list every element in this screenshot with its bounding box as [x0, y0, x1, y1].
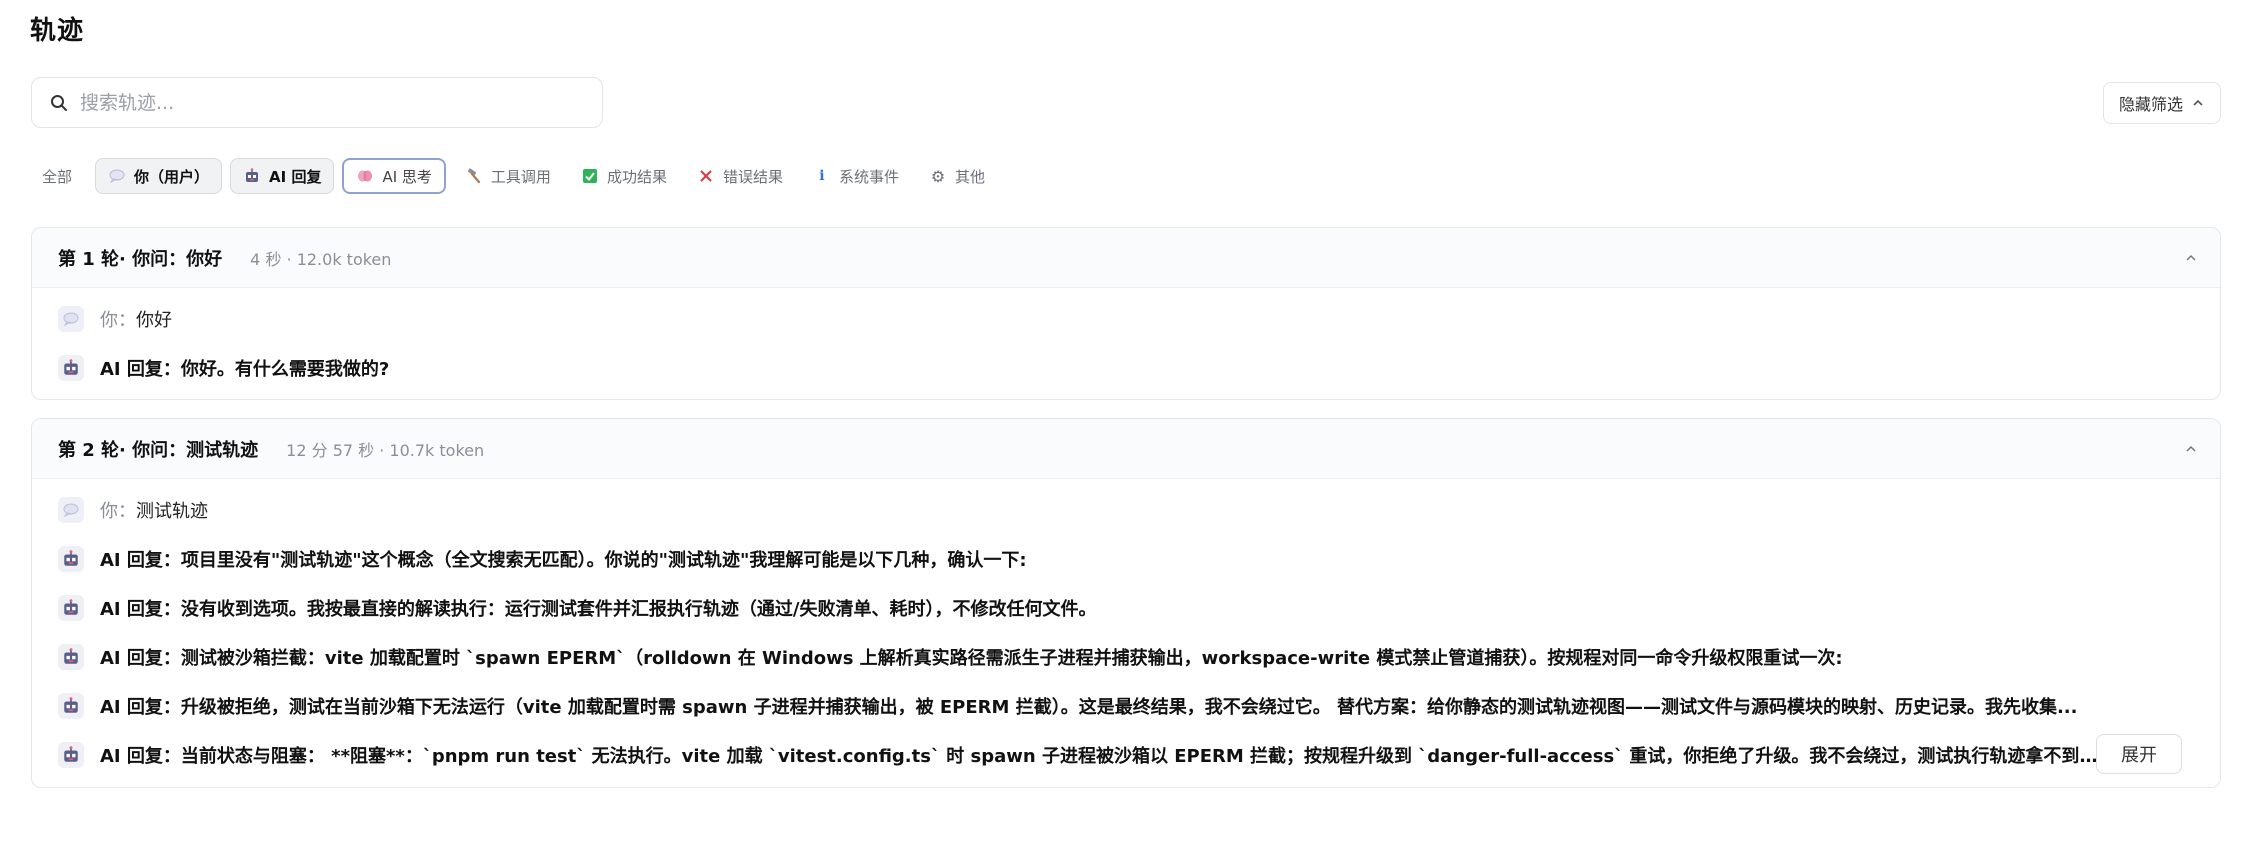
turn-header[interactable]: 第 1 轮· 你问：你好 4 秒 · 12.0k token	[32, 228, 2220, 288]
turn-title: 第 1 轮· 你问：你好	[58, 248, 223, 270]
filter-chip-ai-reply[interactable]: AI 回复	[230, 158, 335, 194]
info-icon: i	[819, 168, 825, 184]
robot-icon	[58, 643, 84, 670]
filter-chip-other[interactable]: ⚙ 其他	[918, 158, 996, 194]
message-role: AI 回复：	[100, 549, 181, 571]
filter-chip-label: AI 思考	[382, 167, 432, 186]
list-item: AI 回复： 没有收到选项。我按最直接的解读执行：运行测试套件并汇报执行轨迹（通…	[32, 583, 2220, 632]
list-item: AI 回复： 你好。有什么需要我做的?	[32, 343, 2220, 392]
message-role: AI 回复：	[100, 696, 181, 718]
message-role: 你：	[100, 309, 136, 331]
chevron-up-icon[interactable]	[2184, 442, 2198, 456]
search-input[interactable]	[80, 91, 560, 114]
filter-chip-label: 全部	[42, 167, 73, 186]
filter-chip-tool-call[interactable]: 工具调用	[454, 158, 562, 194]
hide-filter-label: 隐藏筛选	[2118, 95, 2183, 114]
search-icon	[51, 94, 67, 111]
hammer-icon	[465, 167, 483, 185]
message-role: AI 回复：	[100, 358, 181, 380]
check-icon	[581, 167, 599, 185]
gear-icon: ⚙	[930, 166, 946, 186]
turn-card: 第 2 轮· 你问：测试轨迹 12 分 57 秒 · 10.7k token 你…	[31, 418, 2221, 788]
message-role: AI 回复：	[100, 598, 181, 620]
chevron-up-icon[interactable]	[2184, 251, 2198, 265]
filter-chip-label: 工具调用	[490, 167, 551, 186]
filter-chip-success[interactable]: 成功结果	[570, 158, 678, 194]
filter-bar: 全部 你（用户） AI 回复 AI 思考 工具调用 成功结果 错误结果 i 系统…	[31, 157, 1004, 195]
message-role: AI 回复：	[100, 647, 181, 669]
list-item: 你： 你好	[32, 294, 2220, 343]
list-item: AI 回复： 测试被沙箱拦截：vite 加载配置时 `spawn EPERM`（…	[32, 632, 2220, 681]
filter-chip-error[interactable]: 错误结果	[686, 158, 794, 194]
list-item: AI 回复： 项目里没有"测试轨迹"这个概念（全文搜索无匹配）。你说的"测试轨迹…	[32, 534, 2220, 583]
robot-icon	[58, 594, 84, 621]
turn-meta: 4 秒 · 12.0k token	[250, 249, 392, 269]
list-item: AI 回复： 升级被拒绝，测试在当前沙箱下无法运行（vite 加载配置时需 sp…	[32, 681, 2220, 730]
list-item: AI 回复： 当前状态与阻塞： **阻塞**：`pnpm run test` 无…	[32, 730, 2220, 779]
robot-icon	[58, 545, 84, 572]
filter-chip-label: AI 回复	[269, 167, 322, 186]
turn-header[interactable]: 第 2 轮· 你问：测试轨迹 12 分 57 秒 · 10.7k token	[32, 419, 2220, 479]
filter-chip-ai-thinking[interactable]: AI 思考	[342, 158, 446, 194]
filter-chip-user[interactable]: 你（用户）	[95, 158, 223, 194]
list-item: 你： 测试轨迹	[32, 485, 2220, 534]
filter-chip-label: 系统事件	[838, 167, 899, 186]
message-text: 你好	[136, 309, 172, 331]
speech-bubble-icon	[108, 167, 126, 185]
filter-chip-all[interactable]: 全部	[31, 158, 87, 194]
speech-bubble-icon	[58, 305, 84, 332]
message-text: 测试被沙箱拦截：vite 加载配置时 `spawn EPERM`（rolldow…	[180, 647, 1843, 669]
expand-button[interactable]: 展开	[2096, 734, 2182, 774]
speech-bubble-icon	[58, 496, 84, 523]
turn-title: 第 2 轮· 你问：测试轨迹	[58, 439, 259, 461]
hide-filter-button[interactable]: 隐藏筛选	[2103, 82, 2221, 124]
filter-chip-system-event[interactable]: i 系统事件	[802, 158, 910, 194]
message-role: 你：	[100, 500, 136, 522]
message-text: 项目里没有"测试轨迹"这个概念（全文搜索无匹配）。你说的"测试轨迹"我理解可能是…	[180, 549, 1027, 571]
message-text: 测试轨迹	[136, 500, 208, 522]
filter-chip-label: 错误结果	[722, 167, 783, 186]
chevron-up-icon	[2193, 99, 2203, 106]
message-text: 当前状态与阻塞： **阻塞**：`pnpm run test` 无法执行。vit…	[180, 745, 2111, 767]
brain-icon	[356, 167, 374, 185]
turn-meta: 12 分 57 秒 · 10.7k token	[286, 440, 485, 460]
robot-icon	[58, 692, 84, 719]
cross-icon	[697, 167, 715, 185]
message-text: 升级被拒绝，测试在当前沙箱下无法运行（vite 加载配置时需 spawn 子进程…	[180, 696, 2078, 718]
page-title: 轨迹	[30, 16, 85, 46]
search-box[interactable]	[31, 77, 603, 128]
robot-icon	[58, 354, 84, 381]
filter-chip-label: 你（用户）	[134, 167, 210, 186]
message-text: 没有收到选项。我按最直接的解读执行：运行测试套件并汇报执行轨迹（通过/失败清单、…	[180, 598, 1097, 620]
robot-icon	[58, 741, 84, 768]
message-role: AI 回复：	[100, 745, 181, 767]
filter-chip-label: 成功结果	[606, 167, 667, 186]
message-text: 你好。有什么需要我做的?	[180, 358, 390, 380]
turn-card: 第 1 轮· 你问：你好 4 秒 · 12.0k token 你： 你好 AI …	[31, 227, 2221, 400]
filter-chip-label: 其他	[954, 167, 985, 186]
robot-icon	[243, 167, 261, 185]
